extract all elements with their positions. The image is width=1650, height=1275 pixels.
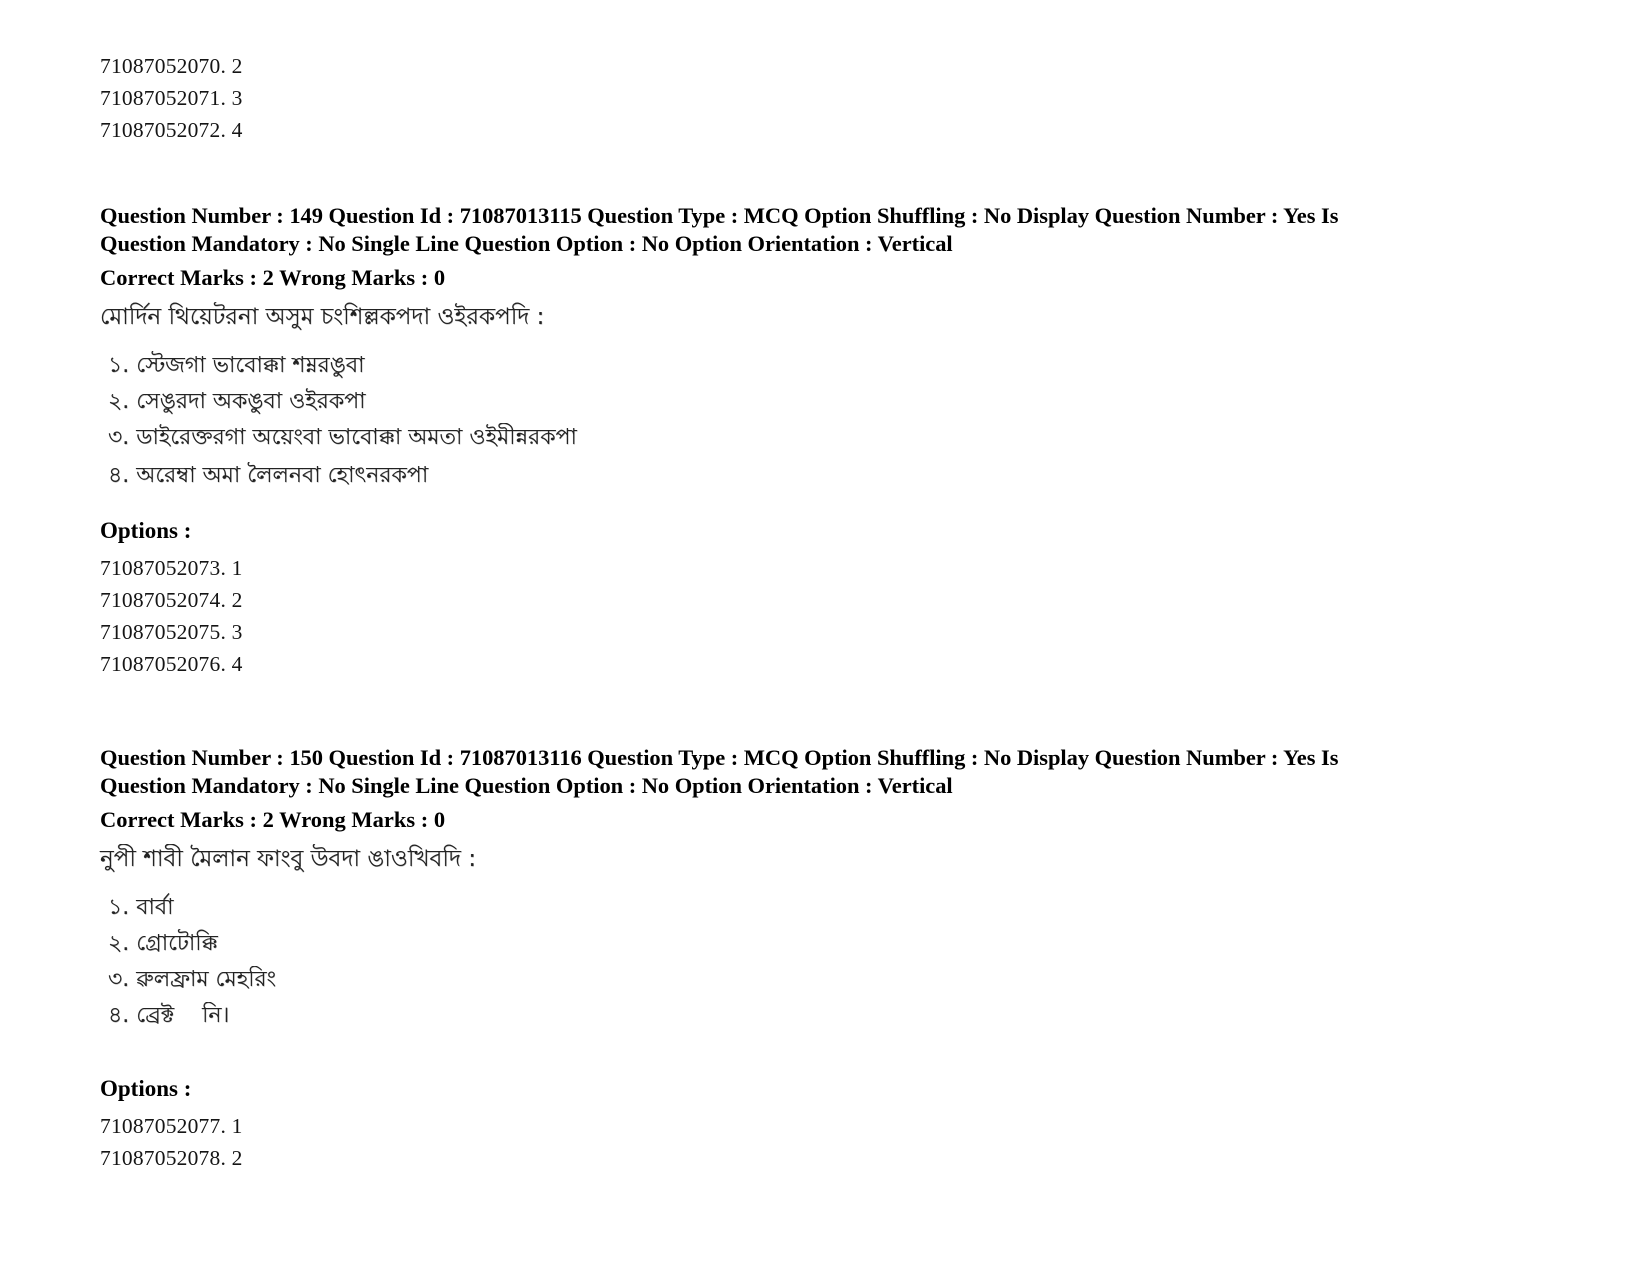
question-choices-149: ১. স্টেজগা ভাবোক্কা শম্নরঙুবা ২. সেঙুরদা…: [108, 348, 1440, 492]
question-block-150: Question Number : 150 Question Id : 7108…: [100, 744, 1440, 1174]
options-label-150: Options :: [100, 1076, 192, 1101]
options-label-149: Options :: [100, 518, 192, 543]
question-metadata-149: Question Number : 149 Question Id : 7108…: [100, 202, 1440, 258]
choice-item: ৩. ডাইরেক্তরগা অয়েংবা ভাবোক্কা অমতা ওইম…: [108, 425, 577, 450]
choice-item: ৪. অরেম্বা অমা লৈলনবা হোৎনরকপা: [108, 463, 429, 488]
document-page: 71087052070. 2 71087052071. 3 7108705207…: [0, 0, 1650, 1275]
question-metadata-line-2: Question Mandatory : No Single Line Ques…: [100, 773, 953, 798]
option-id-line: 71087052071. 3: [100, 86, 243, 110]
choice-item: ২. গ্রোটোক্কি: [108, 931, 218, 956]
option-id-line: 71087052078. 2: [100, 1146, 243, 1170]
continued-option-id-list: 71087052070. 2 71087052071. 3 7108705207…: [100, 50, 1440, 146]
choice-item: ৪. ব্রেক্ট নি।: [108, 1003, 230, 1028]
page-content: 71087052070. 2 71087052071. 3 7108705207…: [100, 50, 1440, 1174]
choice-item: ১. স্টেজগা ভাবোক্কা শম্নরঙুবা: [108, 353, 365, 378]
question-text-150: নুপী শাবী মৈলান ফাংবু উবদা ঙাওখিবদি :: [100, 846, 477, 872]
option-id-list-150: 71087052077. 1 71087052078. 2: [100, 1110, 1440, 1174]
option-id-line: 71087052076. 4: [100, 652, 243, 676]
option-id-line: 71087052073. 1: [100, 556, 243, 580]
question-metadata-line-1: Question Number : 150 Question Id : 7108…: [100, 745, 1339, 770]
question-text-149: মোর্দিন থিয়েটরনা অসুম চংশিল্লকপদা ওইরকপ…: [100, 304, 545, 330]
question-metadata-line-2: Question Mandatory : No Single Line Ques…: [100, 231, 953, 256]
question-metadata-line-1: Question Number : 149 Question Id : 7108…: [100, 203, 1339, 228]
choice-item: ৩. ৱুলফ্রাম মেহরিং: [108, 967, 277, 992]
option-id-list-149: 71087052073. 1 71087052074. 2 7108705207…: [100, 552, 1440, 680]
marks-line-150: Correct Marks : 2 Wrong Marks : 0: [100, 807, 446, 832]
option-id-line: 71087052072. 4: [100, 118, 243, 142]
marks-line-149: Correct Marks : 2 Wrong Marks : 0: [100, 265, 446, 290]
question-block-149: Question Number : 149 Question Id : 7108…: [100, 202, 1440, 680]
choice-item: ১. বার্বা: [108, 895, 174, 920]
question-metadata-150: Question Number : 150 Question Id : 7108…: [100, 744, 1440, 800]
option-id-line: 71087052074. 2: [100, 588, 243, 612]
question-choices-150: ১. বার্বা ২. গ্রোটোক্কি ৩. ৱুলফ্রাম মেহর…: [108, 890, 1440, 1034]
choice-item: ২. সেঙুরদা অকঙুবা ওইরকপা: [108, 389, 366, 414]
option-id-line: 71087052075. 3: [100, 620, 243, 644]
option-id-line: 71087052070. 2: [100, 54, 243, 78]
option-id-line: 71087052077. 1: [100, 1114, 243, 1138]
